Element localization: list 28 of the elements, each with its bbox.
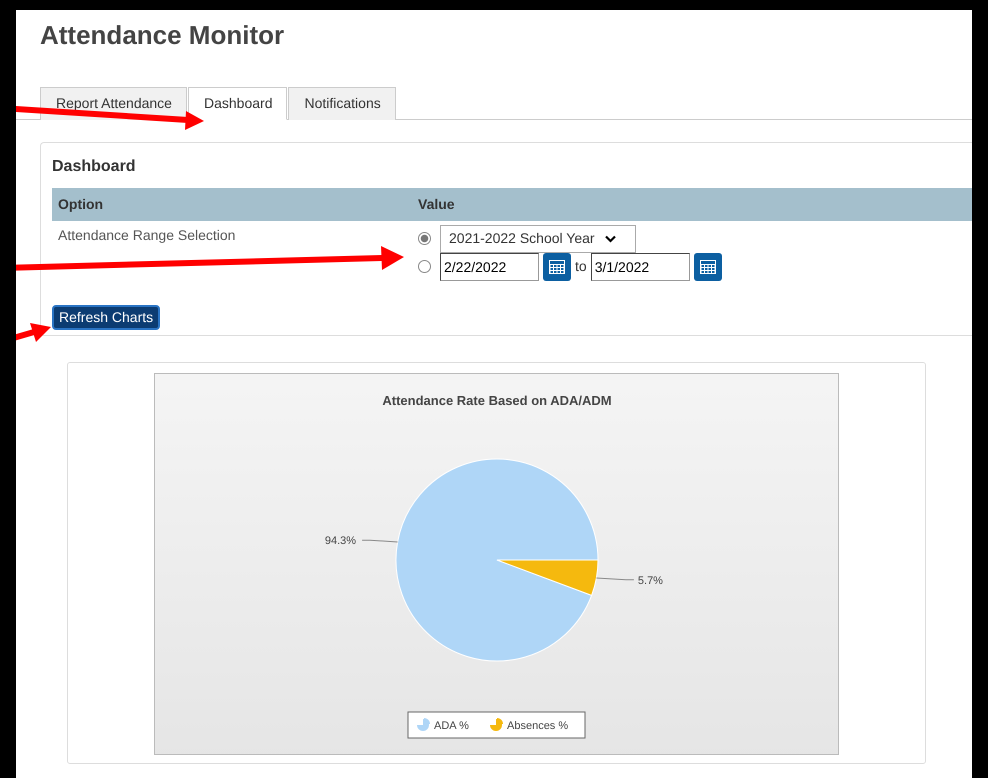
- calendar-button[interactable]: [694, 252, 722, 281]
- panel-title: Dashboard: [52, 156, 137, 177]
- legend-pie-icon: [417, 718, 430, 731]
- leader-line: [596, 577, 634, 580]
- date-field[interactable]: 3/1/2022: [590, 252, 690, 281]
- legend-label: Absences %: [507, 720, 568, 732]
- to-label: to: [575, 257, 587, 276]
- calendar-button[interactable]: [543, 252, 571, 281]
- radio-button[interactable]: [418, 260, 431, 274]
- calendar-icon: [549, 260, 565, 274]
- tab[interactable]: Notifications: [288, 87, 396, 120]
- legend-pie-icon: [490, 718, 503, 731]
- tab[interactable]: Dashboard: [188, 87, 288, 120]
- data-label: 5.7%: [638, 574, 663, 587]
- data-label: 94.3%: [324, 535, 356, 548]
- calendar-icon: [700, 260, 716, 274]
- date-field[interactable]: 2/22/2022: [440, 252, 539, 281]
- school-year-dropdown[interactable]: 2021-2022 School Year: [440, 224, 636, 253]
- option-label: Attendance Range Selection: [58, 226, 236, 243]
- radio-button[interactable]: [418, 232, 431, 246]
- refresh-charts-button[interactable]: Refresh Charts: [52, 304, 160, 330]
- legend-label: ADA %: [434, 720, 469, 732]
- chevron-down-icon: [604, 234, 616, 243]
- leader-line: [362, 540, 398, 542]
- chart-title: Attendance Rate Based on ADA/ADM: [382, 392, 612, 408]
- column-header: Value: [418, 194, 455, 214]
- page-title: Attendance Monitor: [40, 19, 286, 52]
- column-header: Option: [58, 194, 104, 214]
